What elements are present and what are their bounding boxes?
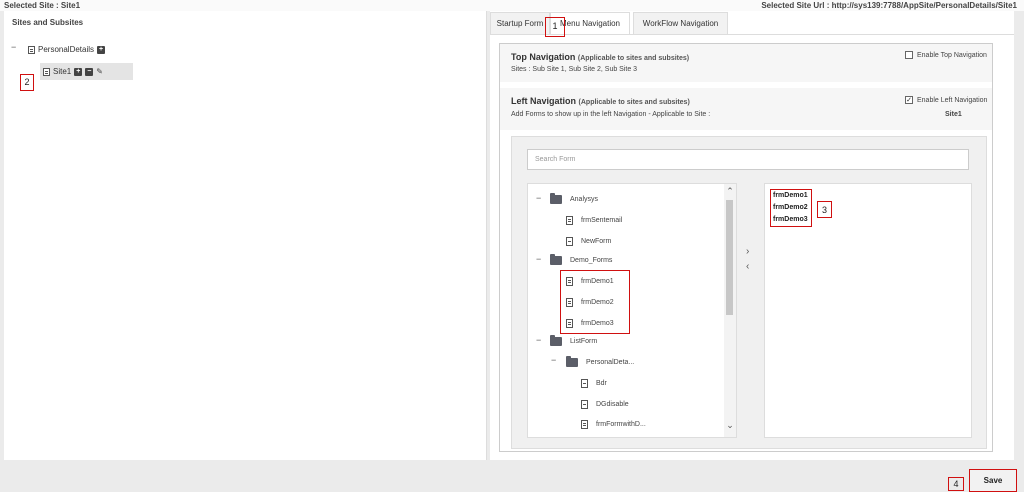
database-form-icon	[581, 379, 588, 388]
list-item-label: DGdisable	[596, 401, 629, 408]
tree-node-personaldetails[interactable]: PersonalDetails +	[28, 45, 106, 54]
list-item-label: ListForm	[570, 338, 598, 345]
folder-icon	[550, 254, 562, 265]
available-forms-list: − Analysys frmSentemail NewForm − Demo_F…	[527, 183, 737, 438]
database-form-icon	[566, 237, 573, 246]
sites-panel: Sites and Subsites − PersonalDetails + S…	[4, 11, 487, 460]
enable-top-navigation-checkbox[interactable]: Enable Top Navigation	[905, 51, 987, 59]
tab-label: Menu Navigation	[559, 19, 621, 28]
document-icon	[28, 45, 35, 54]
checkbox-box[interactable]	[905, 51, 913, 59]
selected-site-label: Selected Site : Site1	[4, 1, 81, 10]
left-navigation-section: Left Navigation (Applicable to sites and…	[500, 88, 992, 130]
form-picker: Search Form − Analysys frmSentemail NewF…	[511, 136, 987, 449]
selected-forms-list: frmDemo1 frmDemo2 frmDemo3 3	[764, 183, 972, 438]
list-item-label: frmSentemail	[581, 217, 623, 224]
list-item-label: PersonalDeta...	[586, 359, 635, 366]
document-icon	[43, 67, 50, 76]
collapse-toggle[interactable]: −	[551, 355, 556, 365]
database-form-icon	[581, 400, 588, 409]
left-navigation-subtitle: Add Forms to show up in the left Navigat…	[511, 111, 711, 118]
collapse-toggle[interactable]: −	[536, 335, 541, 345]
scrollbar[interactable]: ⌃ ⌄	[724, 184, 736, 437]
add-icon[interactable]: +	[74, 67, 83, 76]
folder-icon	[566, 356, 578, 367]
folder-icon	[550, 193, 562, 204]
annotation-number-4: 4	[953, 479, 959, 489]
left-navigation-site: Site1	[945, 111, 962, 118]
add-icon[interactable]: +	[97, 45, 106, 54]
list-item-label: Bdr	[596, 380, 607, 387]
move-left-icon[interactable]: ‹	[746, 261, 749, 272]
checkbox-box[interactable]: ✓	[905, 96, 913, 104]
tab-workflow-navigation[interactable]: WorkFlow Navigation	[633, 12, 728, 34]
navigation-box: Top Navigation (Applicable to sites and …	[499, 43, 993, 452]
form-icon	[581, 420, 588, 429]
top-navigation-heading: Top Navigation	[511, 52, 576, 62]
annotation-number-2: 2	[24, 77, 30, 87]
annotation-number-1: 1	[552, 21, 558, 31]
folder-analysys[interactable]: Analysys	[550, 193, 599, 204]
tab-startup-form[interactable]: Startup Form	[490, 12, 550, 34]
checkbox-label: Enable Top Navigation	[917, 51, 987, 59]
collapse-toggle[interactable]: −	[536, 193, 541, 203]
top-navigation-section: Top Navigation (Applicable to sites and …	[500, 44, 992, 82]
folder-icon	[550, 335, 562, 346]
folder-personaldetails[interactable]: PersonalDeta...	[566, 356, 635, 367]
scrollbar-thumb[interactable]	[726, 200, 733, 315]
collapse-toggle[interactable]: −	[536, 254, 541, 264]
left-navigation-heading: Left Navigation	[511, 96, 577, 106]
annotation-number-3: 3	[821, 205, 827, 215]
move-right-icon[interactable]: ›	[746, 246, 749, 257]
form-icon	[566, 216, 573, 225]
tree-node-label: Site1	[53, 67, 72, 76]
list-item-label: Analysys	[570, 196, 599, 203]
scroll-up-icon[interactable]: ⌃	[725, 186, 735, 197]
list-item-label: frmFormwithD...	[596, 421, 646, 428]
top-navigation-sites: Sites : Sub Site 1, Sub Site 2, Sub Site…	[511, 66, 638, 73]
remove-icon[interactable]: −	[85, 67, 94, 76]
selected-site-url: Selected Site Url : http://sys139:7788/A…	[761, 1, 1017, 10]
scroll-down-icon[interactable]: ⌄	[725, 420, 735, 431]
tree-node-site1[interactable]: Site1 + − ✎	[43, 67, 103, 76]
tab-divider	[490, 34, 1014, 35]
save-button[interactable]: Save	[969, 469, 1017, 492]
annotation-box-selected	[770, 189, 812, 227]
navigation-settings-panel: Startup Form Menu Navigation WorkFlow Na…	[490, 11, 1014, 460]
tree-node-label: PersonalDetails	[38, 45, 95, 54]
form-newform[interactable]: NewForm	[566, 237, 611, 246]
tab-label: WorkFlow Navigation	[642, 19, 719, 28]
enable-left-navigation-checkbox[interactable]: ✓ Enable Left Navigation	[905, 96, 987, 104]
list-item-label: NewForm	[581, 238, 612, 245]
left-navigation-title: Left Navigation (Applicable to sites and…	[511, 96, 690, 106]
search-form-input[interactable]: Search Form	[527, 149, 969, 170]
folder-demo-forms[interactable]: Demo_Forms	[550, 254, 613, 265]
top-navigation-title: Top Navigation (Applicable to sites and …	[511, 52, 689, 62]
top-bar: Selected Site : Site1 Selected Site Url …	[0, 0, 1024, 11]
edit-pencil-icon[interactable]: ✎	[96, 67, 103, 76]
tab-label: Startup Form	[496, 19, 544, 28]
form-frmformwithd[interactable]: frmFormwithD...	[581, 420, 646, 429]
form-dgdisable[interactable]: DGdisable	[581, 400, 629, 409]
sites-panel-title: Sites and Subsites	[12, 18, 84, 27]
folder-listform[interactable]: ListForm	[550, 335, 598, 346]
checkbox-label: Enable Left Navigation	[917, 96, 988, 104]
left-navigation-note: (Applicable to sites and subsites)	[578, 99, 690, 106]
top-navigation-note: (Applicable to sites and subsites)	[577, 55, 690, 62]
form-frmsentemail[interactable]: frmSentemail	[566, 216, 622, 225]
collapse-toggle[interactable]: −	[11, 42, 16, 52]
annotation-box-forms	[560, 270, 630, 334]
list-item-label: Demo_Forms	[570, 257, 613, 264]
form-bdr[interactable]: Bdr	[581, 379, 607, 388]
